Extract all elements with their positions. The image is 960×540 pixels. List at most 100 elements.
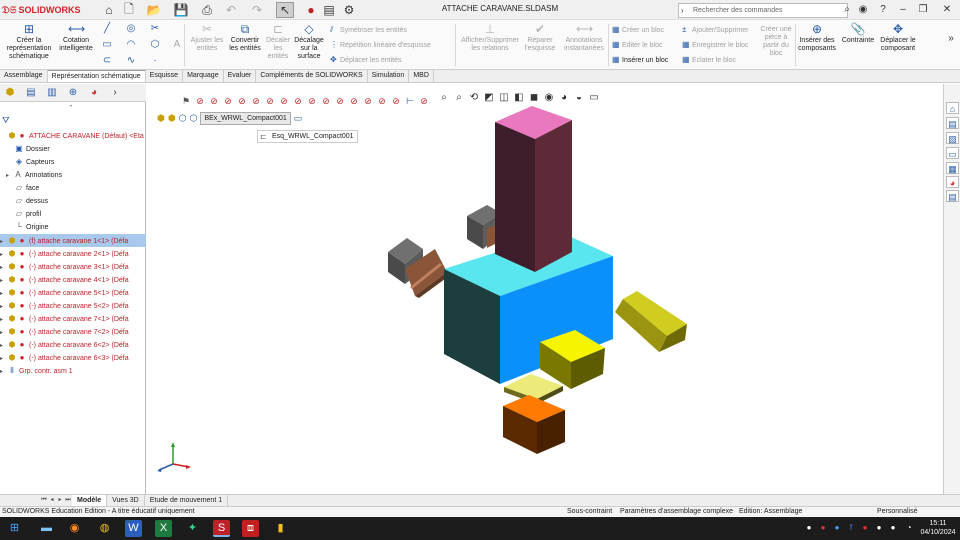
constraint-icon[interactable]: ⊘ — [334, 95, 346, 107]
tab-representation-schematique[interactable]: Représentation schématique — [47, 70, 146, 82]
redo-icon[interactable]: ↷ — [248, 2, 266, 18]
move-entities-item[interactable]: ✥ Déplacer les entités — [330, 55, 401, 65]
save-block-item[interactable]: ▦ Enregistrer le bloc — [682, 40, 748, 50]
linear-pattern-item[interactable]: ⋮ Répétition linéaire d'esquisse — [330, 40, 431, 50]
section-view-icon[interactable]: ◩ — [482, 91, 496, 105]
tree-component[interactable]: ▸ ⬢ ● (-) attache caravane 5<1> (Défa — [0, 286, 146, 299]
polygon-icon[interactable]: ⬡ — [148, 39, 162, 51]
first-tab-icon[interactable]: ⏮ — [40, 495, 48, 506]
offset-surface-button[interactable]: ◇ Décalage sur la surface — [292, 22, 326, 61]
last-tab-icon[interactable]: ⏭ — [64, 495, 72, 506]
tray-app-icon[interactable]: ● — [818, 523, 828, 533]
tree-component[interactable]: ▸ ⬢ ● (-) attache caravane 3<1> (Défa — [0, 260, 146, 273]
home-icon[interactable]: ⌂ — [100, 2, 118, 18]
constraint-icon[interactable]: ⊘ — [264, 95, 276, 107]
tray-app-icon[interactable]: f — [846, 523, 856, 533]
windows-start-icon[interactable]: ⊞ — [6, 520, 23, 537]
tree-component[interactable]: ▸ ⬢ ● (-) attache caravane 7<2> (Défa — [0, 325, 146, 338]
status-assembly-settings[interactable]: Paramètres d'assemblage complexe — [620, 507, 733, 517]
spline-icon[interactable]: ∿ — [124, 55, 138, 67]
tree-root[interactable]: ⬢ ● ATTACHE CARAVANE (Défaut) <Eta — [0, 129, 146, 142]
folder-icon[interactable]: ▮ — [272, 520, 289, 537]
assembly-icon[interactable]: ⬢ — [157, 113, 165, 124]
hide-show-icon[interactable]: ◉ — [542, 91, 556, 105]
circle-icon[interactable]: ◎ — [124, 23, 138, 35]
part-icon[interactable]: ⬢ — [168, 113, 176, 124]
constraint-icon[interactable]: ⊘ — [250, 95, 262, 107]
arc-icon[interactable]: ◠ — [124, 39, 138, 51]
constraint-icon[interactable]: ⊘ — [376, 95, 388, 107]
configuration-manager-icon[interactable]: ▥ — [44, 86, 60, 100]
tree-item-profil[interactable]: ▱ profil — [0, 207, 146, 220]
user-icon[interactable]: ◉ — [856, 3, 870, 17]
open-icon[interactable]: 📂 — [145, 2, 163, 18]
tab-simulation[interactable]: Simulation — [368, 70, 410, 82]
tab-modele[interactable]: Modèle — [72, 495, 108, 506]
maple-icon[interactable]: ✦ — [184, 520, 201, 537]
appearances-icon[interactable]: ◕ — [946, 176, 959, 188]
create-schematic-button[interactable]: ⊞ Créer la représentation schématique — [2, 22, 56, 61]
rapid-annotations-button[interactable]: ⟷ Annotations instantanées — [560, 22, 608, 53]
tab-complements[interactable]: Compléments de SOLIDWORKS — [256, 70, 368, 82]
body-icon[interactable]: ⬡ — [190, 113, 198, 124]
tray-app-icon[interactable]: ● — [832, 523, 842, 533]
gear-icon[interactable]: ⚙ — [340, 2, 358, 18]
wifi-icon[interactable]: ◔ — [904, 523, 914, 533]
fm-more-icon[interactable]: › — [107, 86, 123, 100]
tab-marquage[interactable]: Marquage — [183, 70, 224, 82]
sketch-tag[interactable]: ⊏ Esq_WRWL_Compact001 — [257, 130, 358, 143]
taskbar-clock[interactable]: 15:11 04/10/2024 — [920, 519, 956, 537]
print-icon[interactable]: ⎙ — [198, 2, 216, 18]
constraint-icon[interactable]: ⊘ — [208, 95, 220, 107]
previous-tab-icon[interactable]: ◂ — [48, 495, 56, 506]
next-tab-icon[interactable]: ▸ — [56, 495, 64, 506]
zoom-area-icon[interactable]: ⌕ — [452, 91, 466, 105]
solidworks-taskbar-icon[interactable]: S — [213, 520, 230, 537]
file-explorer-icon[interactable]: ▧ — [946, 132, 959, 144]
chrome-icon[interactable]: ◍ — [96, 520, 113, 537]
tree-component[interactable]: ▸ ⬢ ● (f) attache caravane 1<1> (Défa — [0, 234, 146, 247]
add-remove-block-item[interactable]: ± Ajouter/Supprimer — [682, 25, 748, 35]
insert-block-item[interactable]: ▦ Insérer un bloc — [612, 55, 668, 65]
relations-flag-icon[interactable]: ⚑ — [180, 95, 192, 107]
edit-block-item[interactable]: ▦ Editer le bloc — [612, 40, 662, 50]
tree-component[interactable]: ▸ ⬢ ● (-) attache caravane 4<1> (Défa — [0, 273, 146, 286]
excel-icon[interactable]: X — [155, 520, 172, 537]
point-icon[interactable]: · — [148, 55, 162, 67]
panel-collapse-handle[interactable]: • — [70, 104, 72, 110]
view-orientation-icon[interactable]: ◧ — [512, 91, 526, 105]
tray-app-icon[interactable]: ● — [860, 523, 870, 533]
explode-block-item[interactable]: ▦ Eclater le bloc — [682, 55, 736, 65]
tray-app-icon[interactable]: ● — [804, 523, 814, 533]
property-manager-icon[interactable]: ▤ — [23, 86, 39, 100]
constraint-icon[interactable]: ⊘ — [278, 95, 290, 107]
display-manager-icon[interactable]: ◕ — [86, 86, 102, 100]
rectangle-icon[interactable]: ▭ — [100, 39, 114, 51]
tab-vues-3d[interactable]: Vues 3D — [107, 495, 145, 506]
design-library-icon[interactable]: ▤ — [946, 117, 959, 129]
create-block-item[interactable]: ▦ Créer un bloc — [612, 25, 664, 35]
help-icon[interactable]: ? — [876, 3, 890, 17]
line-icon[interactable]: ╱ — [100, 23, 114, 35]
ribbon-expand-icon[interactable]: » — [944, 32, 958, 46]
tree-item-annotations[interactable]: ▸ A Annotations — [0, 168, 146, 181]
constraint-icon[interactable]: ⊘ — [418, 95, 430, 107]
repair-sketch-button[interactable]: ✔ Réparer l'esquisse — [522, 22, 558, 53]
previous-view-icon[interactable]: ⟲ — [467, 91, 481, 105]
resources-icon[interactable]: ⌂ — [946, 102, 959, 114]
tree-component[interactable]: ▸ ⬢ ● (-) attache caravane 6<2> (Défa — [0, 338, 146, 351]
insert-components-button[interactable]: ⊕ Insérer des composants — [797, 22, 837, 53]
dynamic-annotation-icon[interactable]: ◫ — [497, 91, 511, 105]
view-palette-icon[interactable]: ▦ — [946, 162, 959, 174]
tray-app-icon[interactable]: ● — [874, 523, 884, 533]
constraint-icon[interactable]: ⊘ — [362, 95, 374, 107]
tab-evaluer[interactable]: Evaluer — [224, 70, 257, 82]
mate-button[interactable]: 📎 Contrainte — [840, 22, 876, 45]
convert-entities-button[interactable]: ⧉ Convertir les entités — [226, 22, 264, 53]
constraint-icon[interactable]: ⊘ — [292, 95, 304, 107]
file-properties-icon[interactable]: ▤ — [320, 2, 338, 18]
rebuild-icon[interactable]: ● — [302, 2, 320, 18]
select-icon[interactable]: ↖ — [276, 2, 294, 18]
tree-item-origine[interactable]: └ Origine — [0, 220, 146, 233]
constraint-icon[interactable]: ⊘ — [236, 95, 248, 107]
